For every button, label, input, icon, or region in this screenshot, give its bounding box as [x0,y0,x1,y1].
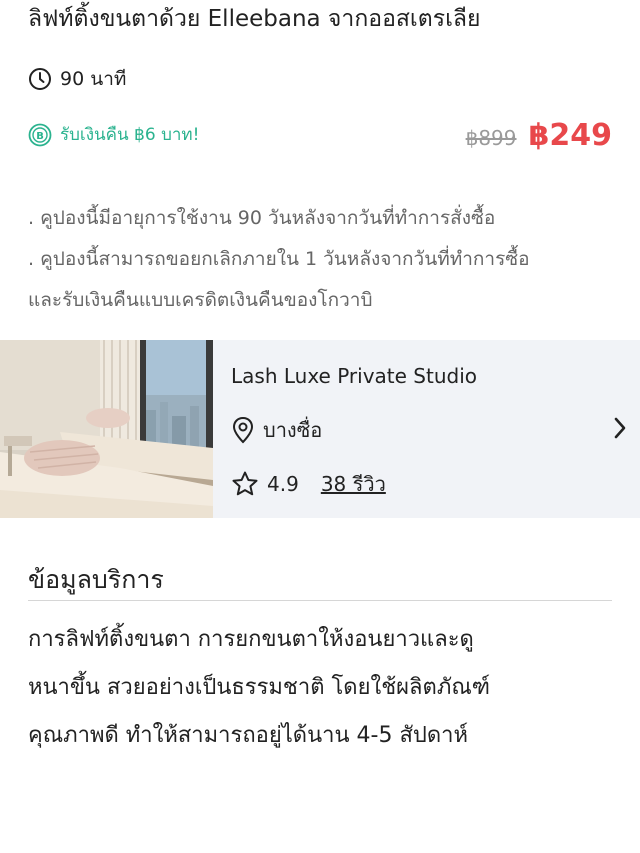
note-line: . คูปองนี้สามารถขอยกเลิกภายใน 1 วันหลังจ… [28,248,530,270]
shop-name: Lash Luxe Private Studio [231,364,477,388]
duration-text: 90 นาที [60,68,127,90]
shop-info: Lash Luxe Private Studio บางซื่อ 4.9 38 … [213,340,640,518]
section-divider [28,600,612,601]
chevron-right-icon[interactable] [612,416,628,440]
coin-icon: B [28,123,52,147]
shop-rating-row: 4.9 38 รีวิว [231,468,386,500]
shop-location: บางซื่อ [263,418,323,442]
description-line: การลิฟท์ติ้งขนตา การยกขนตาให้งอนยาวและดู [28,627,474,652]
duration-row: 90 นาที [28,64,126,94]
original-price: ฿899 [465,126,517,150]
shop-location-row: บางซื่อ [231,414,322,446]
clock-icon [28,67,52,91]
shop-photo [0,340,213,518]
rating-value: 4.9 [267,472,299,496]
star-icon [231,470,259,498]
service-description: การลิฟท์ติ้งขนตา การยกขนตาให้งอนยาวและดู… [28,616,620,760]
note-line: และรับเงินคืนแบบเครดิตเงินคืนของโกวาบิ [28,289,373,311]
current-price: ฿249 [528,118,613,153]
coupon-notes: . คูปองนี้มีอายุการใช้งาน 90 วันหลังจากว… [28,198,618,321]
note-line: . คูปองนี้มีอายุการใช้งาน 90 วันหลังจากว… [28,207,496,229]
deal-title: ลิฟท์ติ้งขนตาด้วย Elleebana จากออสเตรเลี… [28,6,481,32]
map-pin-icon [231,416,255,444]
service-info-heading: ข้อมูลบริการ [28,565,164,594]
cashback-text: รับเงินคืน ฿6 บาท! [60,125,200,145]
reviews-link[interactable]: 38 รีวิว [321,468,386,500]
svg-text:B: B [36,131,44,142]
cashback-row: B รับเงินคืน ฿6 บาท! [28,121,199,148]
price-group: ฿899 ฿249 [466,118,612,153]
description-line: หนาขึ้น สวยอย่างเป็นธรรมชาติ โดยใช้ผลิตภ… [28,675,490,700]
shop-card[interactable]: Lash Luxe Private Studio บางซื่อ 4.9 38 … [0,340,640,518]
deal-detail-page: ลิฟท์ติ้งขนตาด้วย Elleebana จากออสเตรเลี… [0,0,640,853]
description-line: คุณภาพดี ทำให้สามารถอยู่ได้นาน 4-5 สัปดา… [28,723,468,748]
